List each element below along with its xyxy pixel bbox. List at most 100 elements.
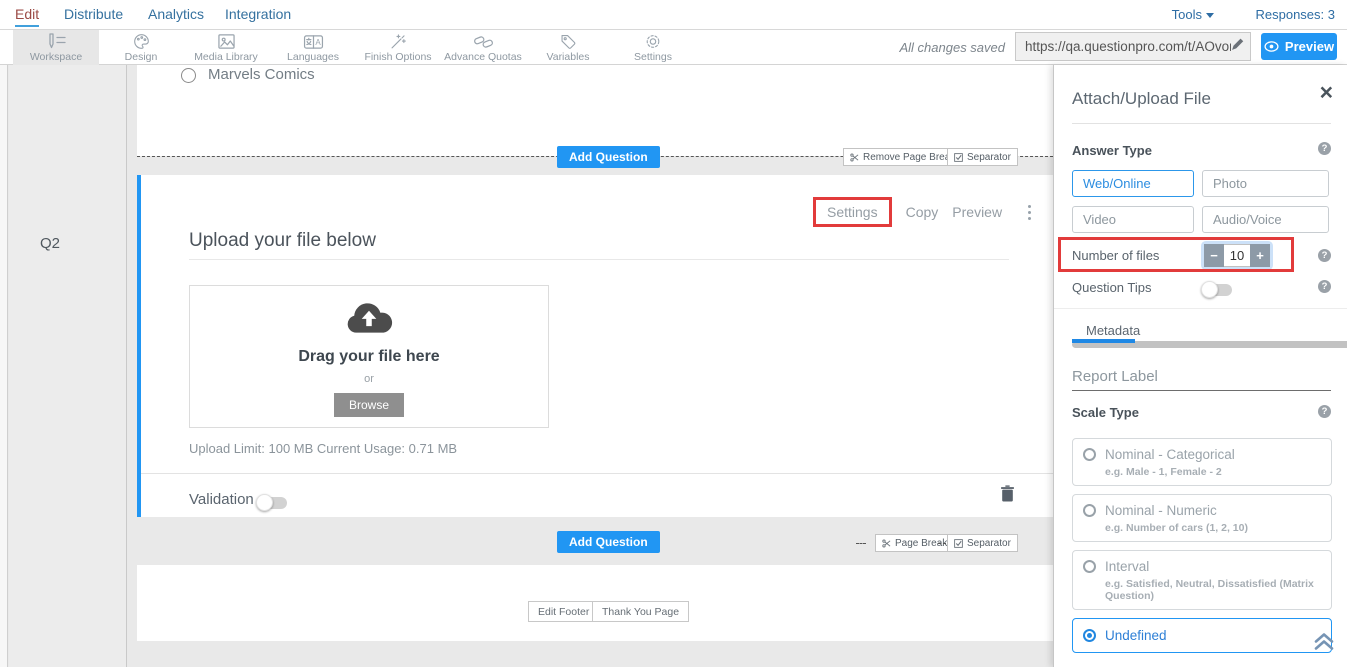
nav-analytics[interactable]: Analytics xyxy=(148,6,204,22)
question-title-underline xyxy=(189,259,1009,260)
toolbar-item-finish-options[interactable]: Finish Options xyxy=(355,30,441,65)
dash-connector xyxy=(856,543,866,544)
toolbar-item-label: Media Library xyxy=(194,51,258,63)
separator-toggle-bottom[interactable]: Separator xyxy=(947,534,1018,552)
answer-type-options: Web/Online Photo Video Audio/Voice xyxy=(1072,170,1330,233)
tools-menu[interactable]: Tools xyxy=(1172,7,1214,22)
upload-limit-text: Upload Limit: 100 MB Current Usage: 0.71… xyxy=(189,441,457,456)
toolbar-item-settings[interactable]: Settings xyxy=(610,30,696,65)
answer-type-photo[interactable]: Photo xyxy=(1202,170,1329,197)
scale-option-label: Nominal - Numeric xyxy=(1105,503,1217,518)
answer-type-video[interactable]: Video xyxy=(1072,206,1194,233)
add-question-button-bottom[interactable]: Add Question xyxy=(557,531,660,553)
toolbar-item-languages[interactable]: A Languages xyxy=(270,30,356,65)
close-icon[interactable]: × xyxy=(1320,81,1333,104)
thank-you-page-button[interactable]: Thank You Page xyxy=(592,601,689,622)
delete-question-trash-icon[interactable] xyxy=(1000,485,1015,507)
question-settings-panel: Attach/Upload File × Answer Type ? Web/O… xyxy=(1053,65,1347,667)
question-block-q2: Settings Copy Preview Upload your file b… xyxy=(137,175,1053,517)
report-label-field[interactable]: Report Label xyxy=(1072,368,1158,385)
save-status: All changes saved xyxy=(899,40,1005,55)
scale-option-label: Interval xyxy=(1105,559,1149,574)
drag-file-text: Drag your file here xyxy=(298,348,439,366)
chevron-down-icon xyxy=(1206,13,1214,18)
answer-type-audio-voice[interactable]: Audio/Voice xyxy=(1202,206,1329,233)
toolbar-item-label: Design xyxy=(125,51,158,63)
scale-option-label: Nominal - Categorical xyxy=(1105,447,1235,462)
increment-button[interactable]: + xyxy=(1250,244,1270,267)
question-preview-button[interactable]: Preview xyxy=(952,204,1002,220)
toolbar-item-advance-quotas[interactable]: Advance Quotas xyxy=(440,30,526,65)
question-number-label: Q2 xyxy=(40,235,60,252)
toolbar-item-label: Variables xyxy=(547,51,590,63)
toolbar-item-label: Advance Quotas xyxy=(444,51,522,63)
remove-page-break-button[interactable]: Remove Page Break xyxy=(843,148,962,166)
file-drop-zone[interactable]: Drag your file here or Browse xyxy=(189,285,549,428)
kebab-menu-icon[interactable] xyxy=(1028,205,1031,220)
scale-type-label: Scale Type xyxy=(1072,405,1139,420)
top-nav: Edit Distribute Analytics Integration To… xyxy=(0,0,1347,30)
previous-question-block: Marvels Comics xyxy=(137,65,1053,156)
preview-button-label: Preview xyxy=(1285,39,1334,54)
toolbar-item-workspace[interactable]: Workspace xyxy=(13,30,99,65)
finish-options-icon xyxy=(389,33,407,50)
preview-button[interactable]: Preview xyxy=(1261,33,1337,60)
toolbar-item-design[interactable]: Design xyxy=(98,30,184,65)
number-of-files-label: Number of files xyxy=(1072,248,1159,263)
question-index-panel: Q2 xyxy=(9,65,127,667)
tab-metadata[interactable]: Metadata xyxy=(1086,323,1140,338)
scale-type-nominal-numeric[interactable]: Nominal - Numeric e.g. Number of cars (1… xyxy=(1072,494,1332,542)
number-of-files-stepper: − + xyxy=(1204,244,1270,267)
answer-radio[interactable] xyxy=(181,68,196,83)
cloud-upload-icon xyxy=(343,299,395,342)
question-settings-button[interactable]: Settings xyxy=(827,204,878,220)
question-title[interactable]: Upload your file below xyxy=(189,230,376,252)
survey-url-input[interactable] xyxy=(1025,39,1231,54)
question-tips-toggle[interactable] xyxy=(1202,284,1232,296)
survey-canvas: Marvels Comics Add Question Remove Page … xyxy=(128,65,1053,667)
settings-highlight-box: Settings xyxy=(813,197,892,227)
dash-connector xyxy=(938,543,946,544)
report-label-underline xyxy=(1072,390,1331,391)
scale-option-example: e.g. Male - 1, Female - 2 xyxy=(1105,466,1321,478)
validation-label: Validation xyxy=(189,491,254,508)
validation-toggle[interactable] xyxy=(257,497,287,509)
toolbar-item-variables[interactable]: Variables xyxy=(525,30,611,65)
panel-divider xyxy=(1072,123,1331,124)
toolbar-item-media-library[interactable]: Media Library xyxy=(183,30,269,65)
separator-toggle-top[interactable]: Separator xyxy=(947,148,1018,166)
browse-button[interactable]: Browse xyxy=(334,393,404,417)
scale-type-help-icon[interactable]: ? xyxy=(1318,405,1331,418)
add-question-button-top[interactable]: Add Question xyxy=(557,146,660,168)
answer-type-help-icon[interactable]: ? xyxy=(1318,142,1331,155)
number-of-files-help-icon[interactable]: ? xyxy=(1318,249,1331,262)
decrement-button[interactable]: − xyxy=(1204,244,1224,267)
scale-option-example: e.g. Number of cars (1, 2, 10) xyxy=(1105,522,1321,534)
scale-type-interval[interactable]: Interval e.g. Satisfied, Neutral, Dissat… xyxy=(1072,550,1332,610)
responses-link[interactable]: Responses: 3 xyxy=(1256,7,1336,22)
radio-icon xyxy=(1083,504,1096,517)
active-tab-indicator xyxy=(1072,339,1135,343)
answer-option-label: Marvels Comics xyxy=(208,66,315,83)
nav-distribute[interactable]: Distribute xyxy=(64,6,123,22)
scale-type-undefined[interactable]: Undefined xyxy=(1072,618,1332,653)
nav-edit[interactable]: Edit xyxy=(15,6,39,27)
number-of-files-input[interactable] xyxy=(1224,244,1250,267)
radio-selected-icon xyxy=(1083,629,1096,642)
question-action-bar: Settings Copy Preview xyxy=(813,197,1031,227)
nav-integration[interactable]: Integration xyxy=(225,6,291,22)
collapse-panel-chevrons-icon[interactable] xyxy=(1313,631,1335,656)
media-library-icon xyxy=(217,33,236,50)
answer-type-web-online[interactable]: Web/Online xyxy=(1072,170,1194,197)
question-tips-help-icon[interactable]: ? xyxy=(1318,280,1331,293)
scale-type-nominal-categorical[interactable]: Nominal - Categorical e.g. Male - 1, Fem… xyxy=(1072,438,1332,486)
advance-quotas-icon xyxy=(473,33,494,50)
editor-toolbar: Workspace Design Media Library A Languag… xyxy=(0,30,1347,65)
scale-option-example: e.g. Satisfied, Neutral, Dissatisfied (M… xyxy=(1105,578,1321,602)
edit-footer-button[interactable]: Edit Footer xyxy=(528,601,599,622)
panel-title: Attach/Upload File xyxy=(1072,89,1211,109)
question-copy-button[interactable]: Copy xyxy=(906,204,939,220)
settings-icon xyxy=(644,33,662,50)
edit-url-pencil-icon[interactable] xyxy=(1231,38,1244,56)
survey-url-box xyxy=(1015,32,1251,61)
